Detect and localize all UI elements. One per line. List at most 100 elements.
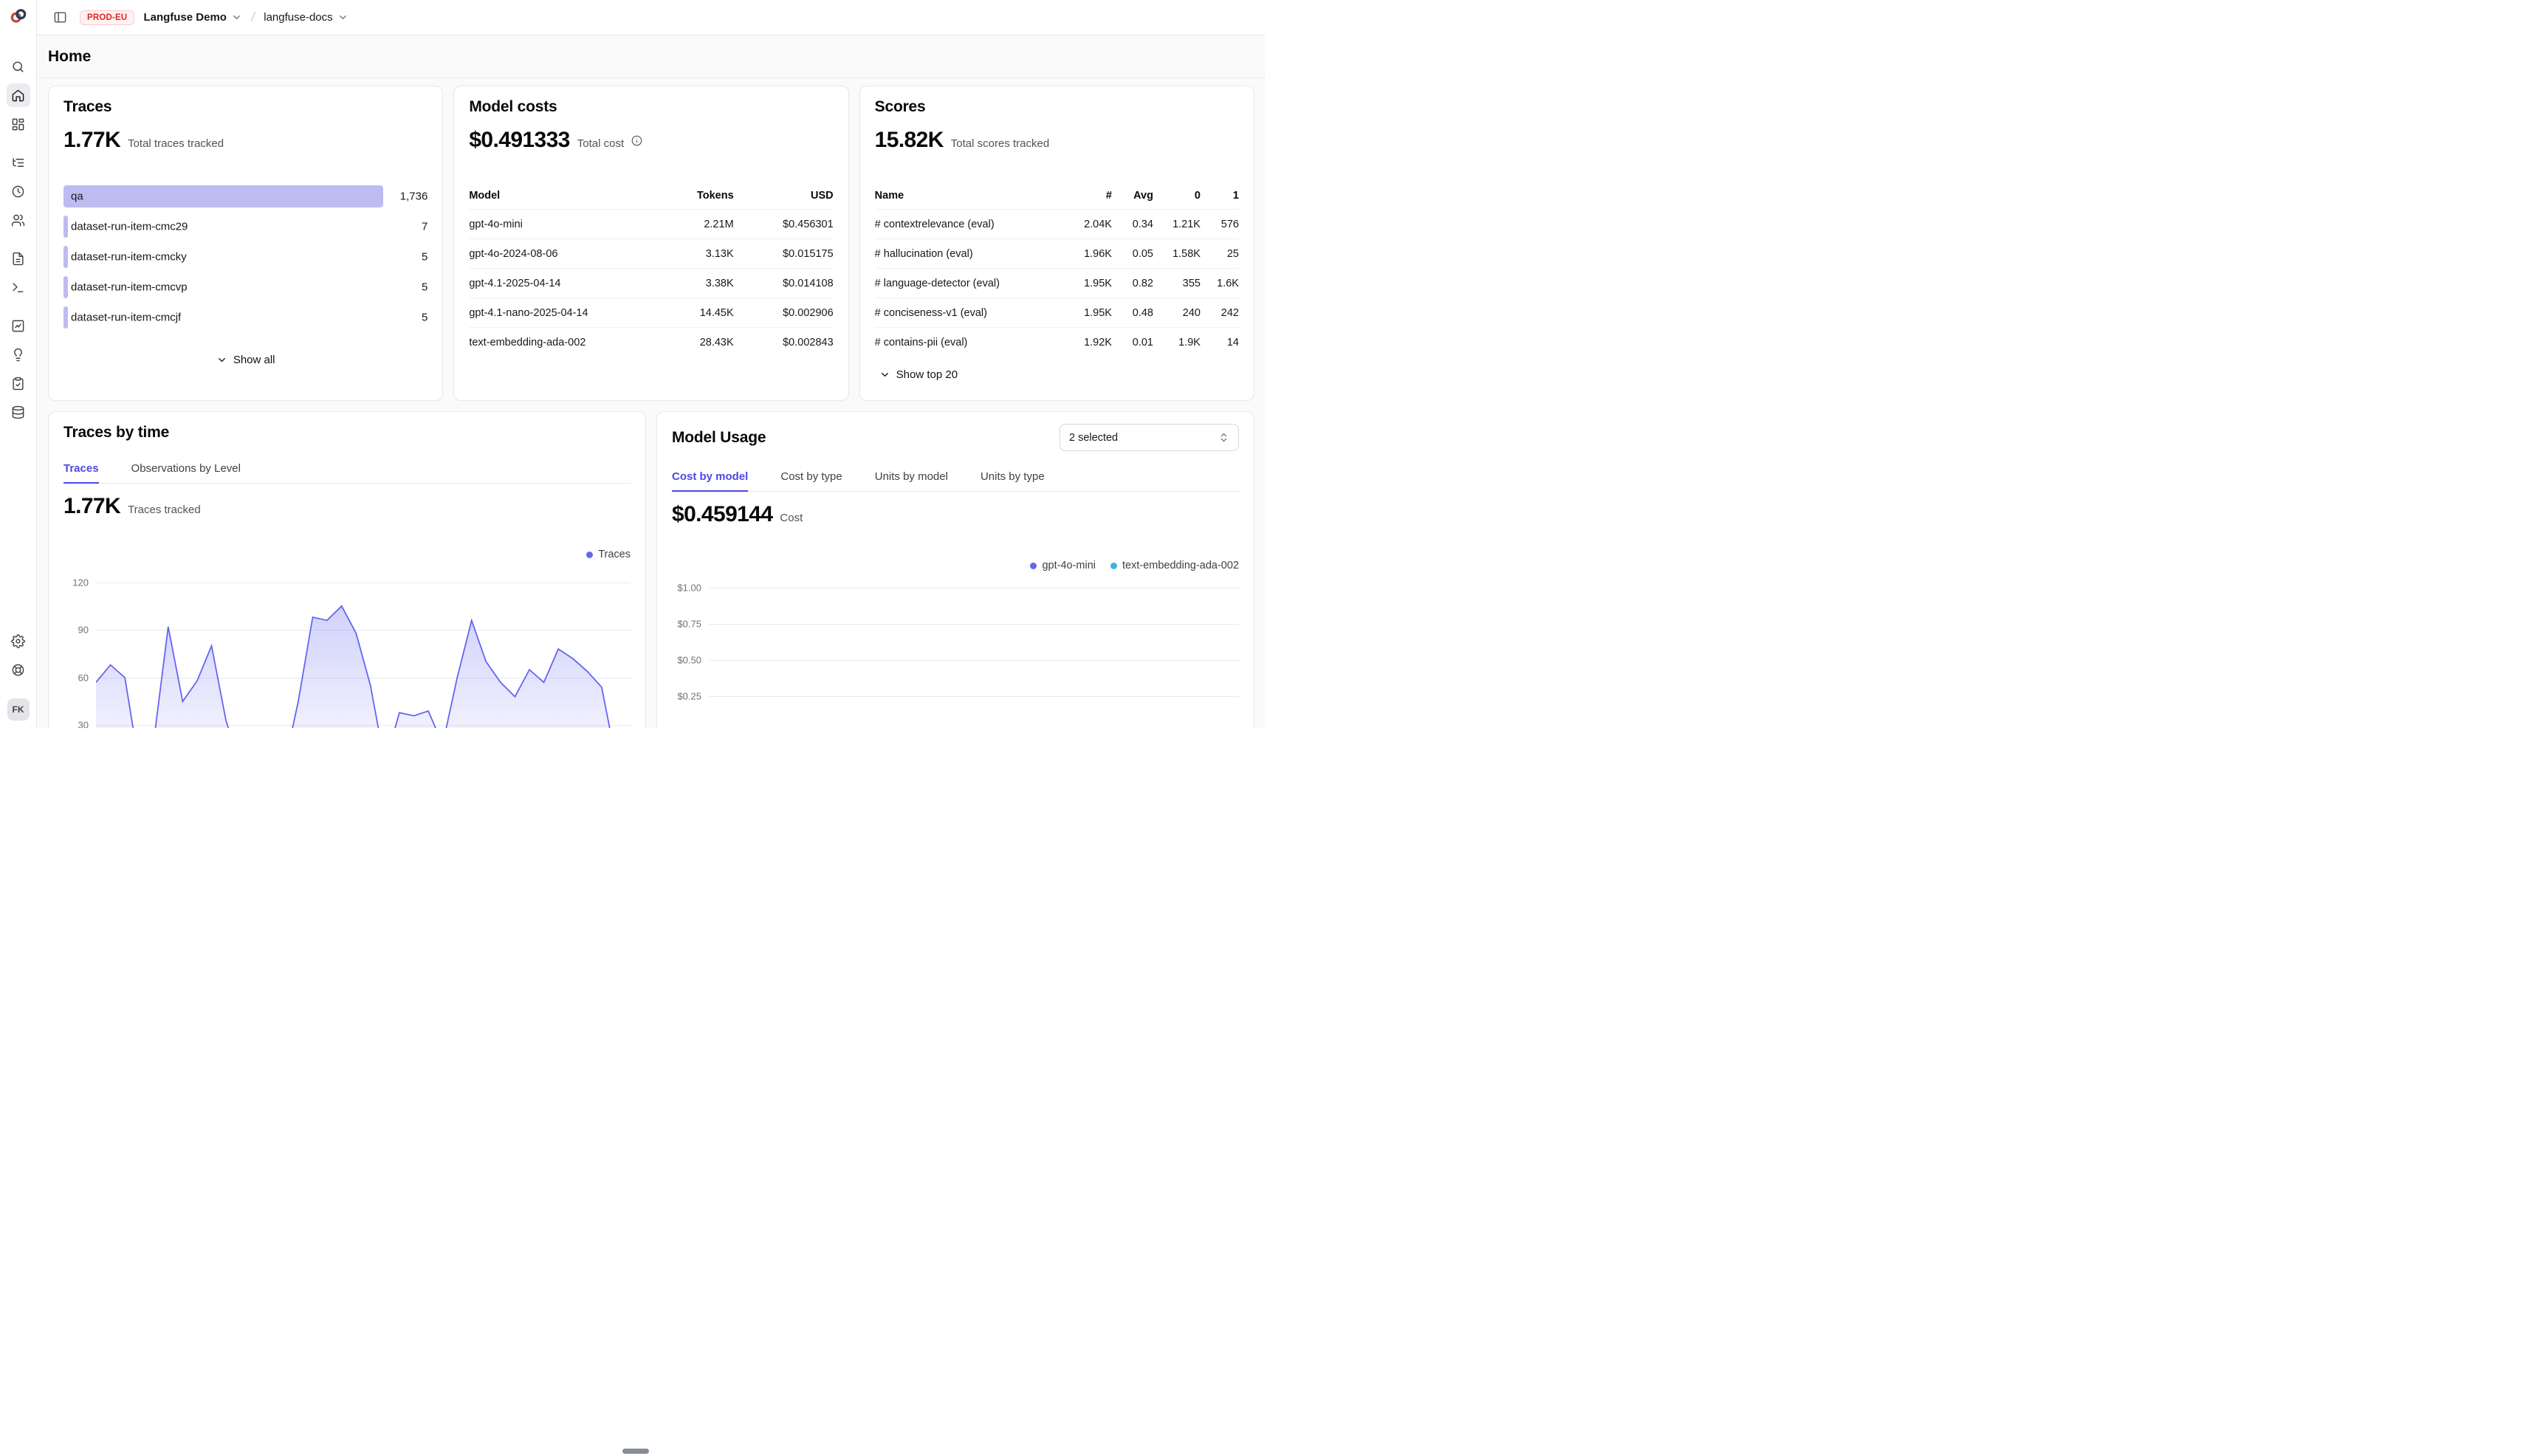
trace-row[interactable]: dataset-run-item-cmcky 5: [63, 246, 427, 268]
tracing-icon[interactable]: [7, 151, 30, 174]
chevron-down-icon: [216, 354, 227, 365]
scores-chart-icon[interactable]: [7, 314, 30, 337]
trace-label: dataset-run-item-cmcvp: [71, 281, 188, 294]
y-axis-label: $0.25: [677, 691, 701, 702]
user-avatar[interactable]: FK: [7, 698, 30, 721]
traces-chart-ylabels: 120906030: [63, 566, 96, 728]
usage-chart-ylabels: $1.00$0.75$0.50$0.25: [672, 574, 709, 728]
usage-chart: $1.00$0.75$0.50$0.25: [672, 574, 1239, 728]
traces-by-time-card: Traces by time Traces Observations by Le…: [48, 411, 646, 728]
traces-chart: 120906030: [63, 566, 631, 728]
gridline: [709, 696, 1239, 697]
card-title: Model costs: [469, 98, 833, 116]
model-costs-card: Model costs $0.491333 Total cost Model T…: [453, 86, 848, 401]
tab-units-by-type[interactable]: Units by type: [981, 470, 1045, 491]
trace-count: 1,736: [400, 190, 428, 203]
table-row: # hallucination (eval) 1.96K 0.05 1.58K …: [875, 238, 1239, 268]
usage-chart-plot: [709, 574, 1239, 728]
legend-item: gpt-4o-mini: [1030, 560, 1096, 571]
search-icon[interactable]: [7, 55, 30, 78]
table-row: gpt-4o-mini 2.21M $0.456301: [469, 209, 833, 238]
annotations-lightbulb-icon[interactable]: [7, 343, 30, 366]
gridline: [709, 624, 1239, 625]
y-axis-label: $0.75: [677, 619, 701, 630]
sidebar: FK: [0, 0, 37, 728]
tab-cost-by-model[interactable]: Cost by model: [672, 470, 748, 491]
model-costs-table: Model Tokens USD gpt-4o-mini 2.21M $0.45…: [469, 182, 833, 357]
content: Home Traces 1.77K Total traces tracked q…: [37, 35, 1266, 728]
table-row: # contains-pii (eval) 1.92K 0.01 1.9K 14: [875, 327, 1239, 357]
tab-units-by-model[interactable]: Units by model: [875, 470, 948, 491]
y-axis-label: 120: [72, 577, 89, 588]
breadcrumb-separator: /: [250, 9, 255, 26]
chevrons-up-down-icon: [1218, 432, 1229, 443]
evaluation-clipboard-icon[interactable]: [7, 371, 30, 395]
page-title: Home: [48, 48, 91, 66]
prompts-icon[interactable]: [7, 247, 30, 270]
trace-row[interactable]: dataset-run-item-cmcvp 5: [63, 276, 427, 298]
traces-metric-label: Total traces tracked: [128, 137, 224, 150]
traces-by-time-metric-label: Traces tracked: [128, 504, 201, 516]
chevron-down-icon: [337, 12, 348, 23]
trace-bar-list: qa 1,736 dataset-run-item-cmc29 7 datase…: [63, 185, 427, 329]
tab-traces[interactable]: Traces: [63, 462, 99, 483]
horizontal-scrollbar-thumb[interactable]: [622, 1449, 649, 1454]
traces-area-chart: [96, 566, 631, 728]
dashboards-icon[interactable]: [7, 112, 30, 136]
trace-label: dataset-run-item-cmcky: [71, 251, 187, 264]
tab-observations-by-level[interactable]: Observations by Level: [131, 462, 241, 483]
support-lifebuoy-icon[interactable]: [7, 658, 30, 681]
trace-row[interactable]: qa 1,736: [63, 185, 427, 207]
trace-label: dataset-run-item-cmcjf: [71, 312, 181, 324]
trace-count: 5: [422, 251, 427, 264]
cards-row-2: Traces by time Traces Observations by Le…: [48, 411, 1254, 728]
info-icon[interactable]: [631, 135, 642, 146]
users-icon[interactable]: [7, 208, 30, 232]
show-all-button[interactable]: Show all: [207, 348, 284, 372]
scores-table: Name # Avg 0 1 # contextrelevance (eval)…: [875, 182, 1239, 357]
sidebar-toggle-button[interactable]: [49, 7, 71, 29]
trace-bar: [63, 185, 383, 207]
table-row: gpt-4.1-nano-2025-04-14 14.45K $0.002906: [469, 298, 833, 327]
model-usage-tabs: Cost by model Cost by type Units by mode…: [672, 470, 1239, 492]
card-title: Scores: [875, 98, 1239, 116]
chevron-down-icon: [231, 12, 242, 23]
y-axis-label: 90: [78, 625, 89, 636]
table-header: Name # Avg 0 1: [875, 182, 1239, 209]
table-row: # language-detector (eval) 1.95K 0.82 35…: [875, 268, 1239, 298]
org-switcher[interactable]: Langfuse Demo: [143, 11, 242, 24]
chart-legend: Traces: [63, 549, 631, 560]
trace-row[interactable]: dataset-run-item-cmcjf 5: [63, 306, 427, 329]
model-costs-metric-label: Total cost: [577, 137, 624, 150]
settings-gear-icon[interactable]: [7, 629, 30, 653]
home-icon[interactable]: [7, 83, 30, 107]
table-row: gpt-4o-2024-08-06 3.13K $0.015175: [469, 238, 833, 268]
traces-by-time-tabs: Traces Observations by Level: [63, 462, 631, 484]
playground-terminal-icon[interactable]: [7, 275, 30, 299]
trace-label: qa: [71, 190, 83, 203]
legend-item: text-embedding-ada-002: [1110, 560, 1239, 571]
legend-item: Traces: [586, 549, 631, 560]
trace-count: 5: [422, 281, 427, 294]
trace-row[interactable]: dataset-run-item-cmc29 7: [63, 216, 427, 238]
scores-metric: 15.82K: [875, 128, 944, 153]
trace-count: 7: [422, 221, 427, 233]
langfuse-logo-icon: [9, 7, 28, 25]
project-switcher[interactable]: langfuse-docs: [264, 11, 348, 24]
table-row: # conciseness-v1 (eval) 1.95K 0.48 240 2…: [875, 298, 1239, 327]
show-top-20-button[interactable]: Show top 20: [870, 363, 966, 387]
tab-cost-by-type[interactable]: Cost by type: [780, 470, 842, 491]
page-header: Home: [37, 35, 1266, 78]
datasets-database-icon[interactable]: [7, 400, 30, 424]
chevron-down-icon: [879, 369, 890, 380]
traces-by-time-metric: 1.77K: [63, 494, 120, 519]
table-header: Model Tokens USD: [469, 182, 833, 209]
trace-bar: [63, 246, 68, 268]
trace-label: dataset-run-item-cmc29: [71, 221, 188, 233]
model-select-dropdown[interactable]: 2 selected: [1060, 424, 1239, 451]
legend-dot: [586, 552, 593, 558]
legend-dot: [1030, 563, 1037, 569]
sessions-clock-icon[interactable]: [7, 179, 30, 203]
table-row: # contextrelevance (eval) 2.04K 0.34 1.2…: [875, 209, 1239, 238]
trace-count: 5: [422, 312, 427, 324]
